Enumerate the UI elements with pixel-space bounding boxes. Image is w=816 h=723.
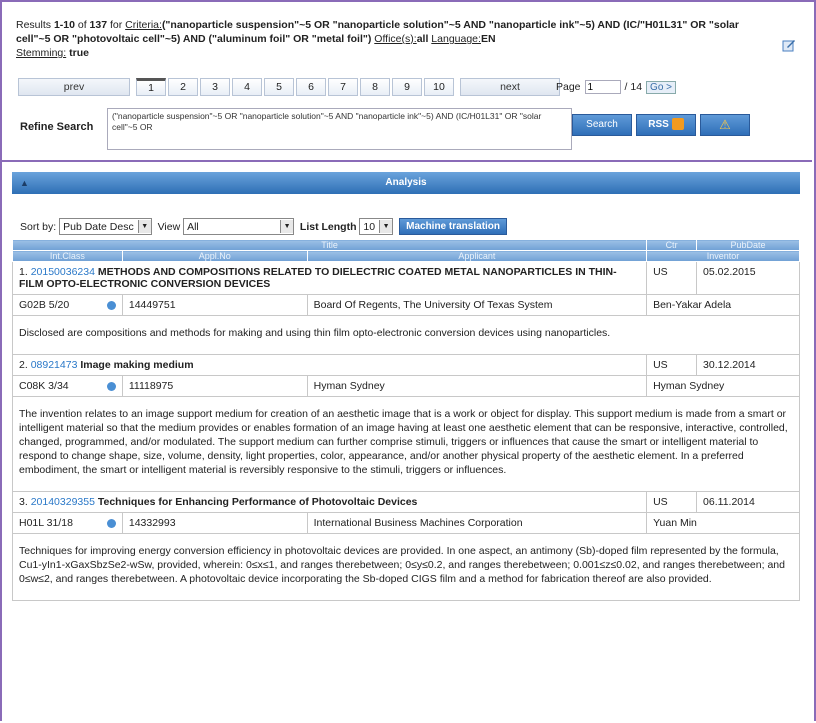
machine-translation-button[interactable]: Machine translation xyxy=(399,218,508,235)
col-applicant[interactable]: Applicant xyxy=(306,250,648,262)
warning-icon: ⚠ xyxy=(719,117,731,132)
collapse-caret-icon[interactable]: ▲ xyxy=(20,172,29,194)
pagination: prev 1 2 3 4 5 6 7 8 9 10 next xyxy=(18,78,560,96)
result-applicant: Hyman Sydney xyxy=(306,375,648,397)
page-jump: Page / 14 Go > xyxy=(556,80,677,94)
language-link[interactable]: Language: xyxy=(431,33,481,45)
sort-select[interactable]: Pub Date Desc ▼ xyxy=(59,218,152,235)
result-intclass: C08K 3/34 xyxy=(12,375,123,397)
pub-number-link[interactable]: 08921473 xyxy=(31,359,78,371)
result-abstract: Disclosed are compositions and methods f… xyxy=(12,315,800,355)
result-meta-row: C08K 3/34 11118975 Hyman Sydney Hyman Sy… xyxy=(12,375,800,397)
page-10-link[interactable]: 10 xyxy=(424,78,454,96)
result-title: 2. 08921473 Image making medium xyxy=(11,354,648,376)
page-2-link[interactable]: 2 xyxy=(168,78,198,96)
page-number-input[interactable] xyxy=(584,80,621,94)
result-abstract: Techniques for improving energy conversi… xyxy=(12,533,800,601)
col-intclass[interactable]: Int.Class xyxy=(12,250,123,262)
info-icon[interactable] xyxy=(106,301,116,310)
result-pubdate: 30.12.2014 xyxy=(696,354,800,376)
chevron-down-icon: ▼ xyxy=(280,220,294,233)
warning-button[interactable]: ⚠ xyxy=(700,114,750,136)
result-intclass: G02B 5/20 xyxy=(12,294,123,316)
page-8-link[interactable]: 8 xyxy=(360,78,390,96)
result-applno: 14332993 xyxy=(121,512,308,534)
view-select[interactable]: All ▼ xyxy=(183,218,295,235)
result-title: 3. 20140329355 Techniques for Enhancing … xyxy=(11,491,648,513)
section-divider xyxy=(0,160,812,162)
refine-search-input[interactable]: ("nanoparticle suspension"~5 OR "nanopar… xyxy=(107,108,572,150)
result-intclass: H01L 31/18 xyxy=(12,512,123,534)
info-icon[interactable] xyxy=(106,382,116,391)
prev-button[interactable]: prev xyxy=(18,78,130,96)
pub-number-link[interactable]: 20140329355 xyxy=(31,496,95,508)
header-row-1: Title Ctr PubDate xyxy=(11,239,800,251)
col-title[interactable]: Title xyxy=(11,239,648,251)
result-title-row: 3. 20140329355 Techniques for Enhancing … xyxy=(11,491,800,513)
info-icon[interactable] xyxy=(106,519,116,528)
result-pubdate: 06.11.2014 xyxy=(696,491,800,513)
result-applno: 11118975 xyxy=(121,375,308,397)
result-country: US xyxy=(646,491,698,513)
result-abstract-row: The invention relates to an image suppor… xyxy=(12,396,800,492)
result-country: US xyxy=(646,354,698,376)
page-4-link[interactable]: 4 xyxy=(232,78,262,96)
criteria-link[interactable]: Criteria: xyxy=(125,19,162,31)
chevron-down-icon: ▼ xyxy=(379,220,393,233)
page-5-link[interactable]: 5 xyxy=(264,78,294,96)
search-button[interactable]: Search xyxy=(572,114,632,136)
header-row-2: Int.Class Appl.No Applicant Inventor xyxy=(12,250,800,262)
result-inventor: Yuan Min xyxy=(646,512,800,534)
result-title: 1. 20150036234 METHODS AND COMPOSITIONS … xyxy=(11,261,648,295)
page-7-link[interactable]: 7 xyxy=(328,78,358,96)
col-inventor[interactable]: Inventor xyxy=(646,250,800,262)
result-inventor: Ben-Yakar Adela xyxy=(646,294,800,316)
col-ctr[interactable]: Ctr xyxy=(646,239,698,251)
list-controls: Sort by: Pub Date Desc ▼ View All ▼ List L… xyxy=(20,218,508,235)
results-criteria: Results 1-10 of 137 for Criteria:("nanop… xyxy=(16,19,739,59)
result-applicant: Board Of Regents, The University Of Texa… xyxy=(306,294,648,316)
edit-query-icon[interactable] xyxy=(782,38,796,52)
office-link[interactable]: Office(s): xyxy=(374,33,416,45)
result-title-row: 2. 08921473 Image making medium US 30.12… xyxy=(11,354,800,376)
page-6-link[interactable]: 6 xyxy=(296,78,326,96)
result-applicant: International Business Machines Corporat… xyxy=(306,512,648,534)
result-abstract-row: Techniques for improving energy conversi… xyxy=(12,533,800,601)
result-inventor: Hyman Sydney xyxy=(646,375,800,397)
col-applno[interactable]: Appl.No xyxy=(121,250,308,262)
result-country: US xyxy=(646,261,698,295)
page-1-link[interactable]: 1 xyxy=(136,78,166,96)
rss-button[interactable]: RSS xyxy=(636,114,696,136)
analysis-panel-header[interactable]: ▲ Analysis xyxy=(12,172,800,194)
result-abstract: The invention relates to an image suppor… xyxy=(12,396,800,492)
results-table: Title Ctr PubDate Int.Class Appl.No Appl… xyxy=(11,239,800,601)
col-pubdate[interactable]: PubDate xyxy=(696,239,800,251)
result-title-row: 1. 20150036234 METHODS AND COMPOSITIONS … xyxy=(11,261,800,295)
chevron-down-icon: ▼ xyxy=(137,220,151,233)
page-9-link[interactable]: 9 xyxy=(392,78,422,96)
list-length-select[interactable]: 10 ▼ xyxy=(359,218,394,235)
stemming-link[interactable]: Stemming: xyxy=(16,47,66,59)
pub-number-link[interactable]: 20150036234 xyxy=(31,266,95,278)
rss-icon xyxy=(671,118,684,131)
page-3-link[interactable]: 3 xyxy=(200,78,230,96)
result-meta-row: G02B 5/20 14449751 Board Of Regents, The… xyxy=(12,294,800,316)
next-button[interactable]: next xyxy=(460,78,560,96)
go-button[interactable]: Go > xyxy=(646,80,677,94)
result-meta-row: H01L 31/18 14332993 International Busine… xyxy=(12,512,800,534)
result-pubdate: 05.02.2015 xyxy=(696,261,800,295)
result-abstract-row: Disclosed are compositions and methods f… xyxy=(12,315,800,355)
result-applno: 14449751 xyxy=(121,294,308,316)
refine-search-label: Refine Search xyxy=(20,121,94,133)
